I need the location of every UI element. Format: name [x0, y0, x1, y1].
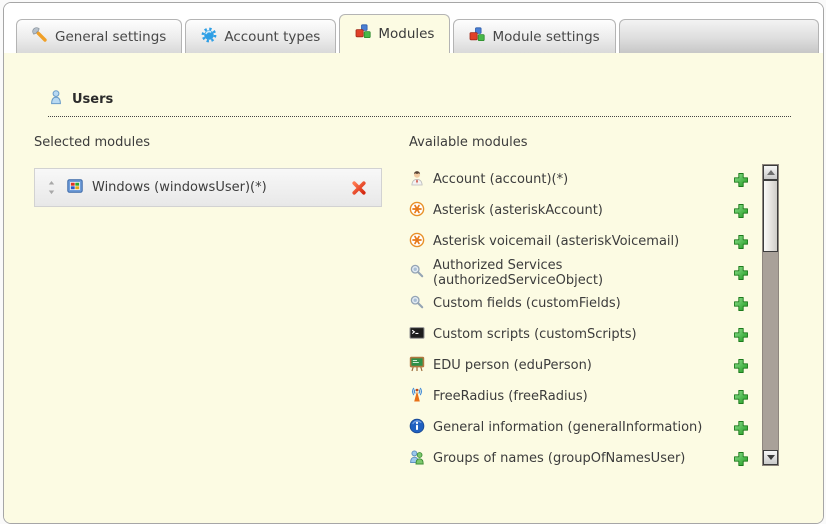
selected-modules-heading: Selected modules [34, 135, 409, 150]
plus-icon[interactable] [733, 234, 749, 250]
configuration-window: General settings Account types Modules [3, 2, 824, 524]
windows-icon [67, 178, 83, 198]
available-modules-list: Account (account)(*) [409, 164, 751, 474]
antenna-icon [409, 387, 425, 407]
search-gear-icon [409, 294, 425, 314]
scroll-down-icon[interactable] [763, 450, 778, 465]
tab-bar-filler [619, 19, 819, 53]
tab-label: Account types [224, 29, 320, 45]
tab-bar: General settings Account types Modules [4, 3, 823, 53]
selected-module-label: Windows (windowsUser)(*) [92, 180, 342, 195]
remove-icon[interactable] [351, 180, 367, 196]
users-section-header: Users [48, 89, 791, 117]
list-item: EDU person (eduPerson) [409, 350, 751, 381]
user-icon [48, 89, 64, 109]
list-item: General information (generalInformation) [409, 412, 751, 443]
list-item: Groups of names (groupOfNamesUser) [409, 443, 751, 474]
plus-icon[interactable] [733, 296, 749, 312]
list-item: Authorized Services (authorizedServiceOb… [409, 257, 751, 288]
plus-icon[interactable] [733, 172, 749, 188]
scrollbar[interactable] [762, 164, 779, 466]
info-icon [409, 418, 425, 438]
modules-icon [355, 24, 371, 44]
plus-icon[interactable] [733, 451, 749, 467]
list-item: Asterisk voicemail (asteriskVoicemail) [409, 226, 751, 257]
modules-icon [469, 27, 485, 47]
plus-icon[interactable] [733, 358, 749, 374]
terminal-icon [409, 325, 425, 345]
modules-tab-content: Users Selected modules [4, 53, 823, 523]
list-item: Custom scripts (customScripts) [409, 319, 751, 350]
selected-module-row: Windows (windowsUser)(*) [34, 168, 382, 207]
asterisk-icon [409, 201, 425, 221]
list-item: Custom fields (customFields) [409, 288, 751, 319]
tab-label: General settings [55, 29, 166, 45]
search-gear-icon [409, 263, 425, 283]
scroll-up-icon[interactable] [763, 165, 778, 180]
available-modules-heading: Available modules [409, 135, 793, 150]
list-item: Asterisk (asteriskAccount) [409, 195, 751, 226]
plus-icon[interactable] [733, 265, 749, 281]
plus-icon[interactable] [733, 389, 749, 405]
list-item: Account (account)(*) [409, 164, 751, 195]
group-icon [409, 449, 425, 469]
tab-module-settings[interactable]: Module settings [453, 19, 615, 53]
plus-icon[interactable] [733, 420, 749, 436]
chalkboard-icon [409, 356, 425, 376]
plus-icon[interactable] [733, 203, 749, 219]
scroll-thumb[interactable] [763, 180, 778, 252]
gear-icon [201, 27, 217, 47]
wrench-icon [32, 27, 48, 47]
section-title: Users [72, 92, 113, 107]
tab-account-types[interactable]: Account types [185, 19, 336, 53]
tab-general-settings[interactable]: General settings [16, 19, 182, 53]
tab-modules[interactable]: Modules [339, 14, 450, 53]
tab-label: Module settings [492, 29, 599, 45]
asterisk-icon [409, 232, 425, 252]
drag-handle-icon[interactable] [45, 180, 58, 195]
plus-icon[interactable] [733, 327, 749, 343]
list-item: FreeRadius (freeRadius) [409, 381, 751, 412]
person-icon [409, 170, 425, 190]
tab-label: Modules [378, 26, 434, 42]
